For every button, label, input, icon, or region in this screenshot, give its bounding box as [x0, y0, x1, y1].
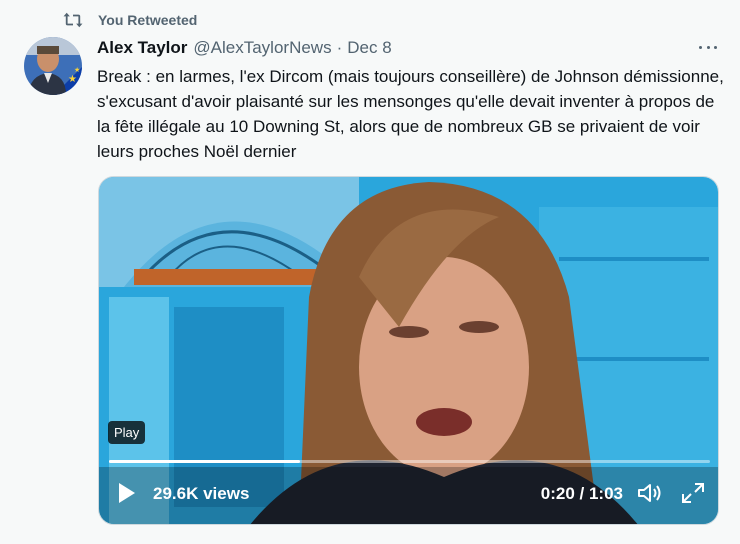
tweet-text: Break : en larmes, l'ex Dircom (mais tou…	[97, 67, 724, 161]
retweet-context: You Retweeted	[62, 10, 197, 30]
volume-icon[interactable]	[636, 481, 662, 505]
play-badge: Play	[108, 421, 146, 444]
video-progress-fill	[109, 460, 300, 463]
retweet-icon	[63, 12, 83, 28]
fullscreen-icon[interactable]	[680, 481, 706, 505]
author-name[interactable]: Alex Taylor	[97, 38, 187, 58]
video-progress-bar[interactable]	[109, 460, 710, 463]
avatar[interactable]: ★ ★	[24, 37, 82, 95]
tweet-header: Alex Taylor @AlexTaylorNews · Dec 8	[97, 37, 392, 59]
separator-dot: ·	[336, 38, 343, 57]
more-options-icon[interactable]	[696, 38, 720, 56]
svg-text:★: ★	[68, 74, 77, 85]
video-controls: 29.6K views 0:20 / 1:03	[99, 469, 718, 524]
video-timecode: 0:20 / 1:03	[540, 484, 623, 503]
svg-text:★: ★	[74, 66, 80, 74]
view-count: 29.6K views	[153, 484, 250, 503]
author-handle[interactable]: @AlexTaylorNews	[193, 38, 331, 58]
video-player[interactable]: Play 29.6K views 0:20 / 1:03	[98, 176, 719, 525]
retweet-label: You Retweeted	[98, 12, 198, 28]
tweet-date[interactable]: Dec 8	[347, 38, 391, 58]
play-icon[interactable]	[117, 481, 137, 505]
